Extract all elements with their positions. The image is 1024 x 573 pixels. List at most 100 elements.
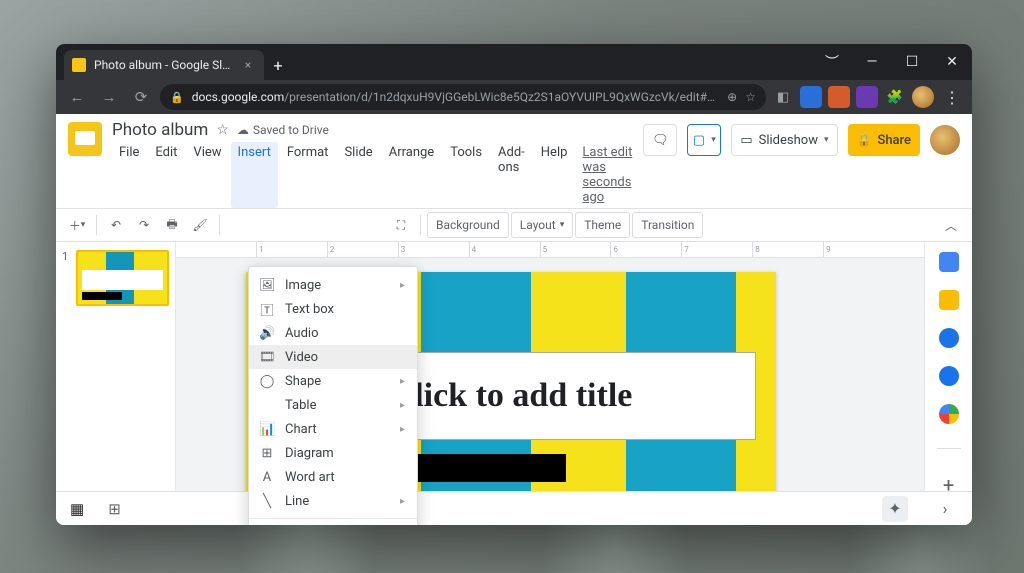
hide-side-panel-button[interactable]: › bbox=[932, 499, 958, 518]
menu-add-ons[interactable]: Add-ons bbox=[491, 142, 532, 208]
url-text: docs.google.com/presentation/d/1n2dqxuH9… bbox=[192, 90, 719, 104]
insert-table[interactable]: Table▸ bbox=[249, 393, 417, 417]
lock-icon: 🔒 bbox=[857, 133, 872, 147]
window-minimize-button[interactable]: — bbox=[852, 44, 892, 80]
chart-icon: 📊 bbox=[259, 422, 275, 437]
tasks-icon[interactable] bbox=[939, 328, 959, 348]
menu-format[interactable]: Format bbox=[280, 142, 336, 208]
caret-down-icon: ▾ bbox=[824, 135, 829, 145]
star-icon[interactable]: ☆ bbox=[216, 122, 229, 138]
menu-insert[interactable]: Insert bbox=[231, 142, 278, 208]
menu-help[interactable]: Help bbox=[534, 142, 575, 208]
line-icon: ╲ bbox=[259, 494, 275, 509]
undo-button[interactable]: ↶ bbox=[103, 212, 129, 238]
extension-icon[interactable] bbox=[828, 86, 850, 108]
extension-icon[interactable]: ◧ bbox=[772, 86, 794, 108]
extensions-puzzle-icon[interactable]: 🧩 bbox=[884, 86, 906, 108]
side-panel: + bbox=[924, 242, 972, 525]
new-tab-button[interactable]: + bbox=[264, 50, 292, 80]
install-app-icon[interactable]: ⊕ bbox=[727, 90, 737, 104]
background-button[interactable]: Background bbox=[427, 212, 509, 238]
document-title[interactable]: Photo album bbox=[112, 120, 208, 140]
present-with-meet-button[interactable]: ▢ ▾ bbox=[687, 124, 721, 156]
slide-thumbnail[interactable] bbox=[76, 250, 169, 306]
lock-icon: 🔒 bbox=[170, 91, 184, 104]
slides-logo-icon[interactable] bbox=[68, 122, 102, 156]
browser-tab[interactable]: Photo album - Google Slides × bbox=[64, 50, 264, 80]
menubar: FileEditViewInsertFormatSlideArrangeTool… bbox=[112, 142, 633, 208]
submenu-arrow-icon: ▸ bbox=[400, 400, 405, 411]
profile-avatar[interactable] bbox=[912, 86, 934, 108]
horizontal-ruler: 123456789 bbox=[176, 242, 924, 258]
play-icon: ▭ bbox=[740, 133, 752, 148]
word-art-icon: A bbox=[259, 470, 275, 485]
account-avatar[interactable] bbox=[930, 125, 960, 155]
slides-favicon-icon bbox=[72, 58, 86, 72]
tab-close-icon[interactable]: × bbox=[240, 58, 256, 72]
menu-slide[interactable]: Slide bbox=[337, 142, 379, 208]
back-button[interactable]: ← bbox=[64, 84, 90, 110]
redo-button[interactable]: ↷ bbox=[131, 212, 157, 238]
zoom-fit-button[interactable]: ⛶ bbox=[388, 212, 414, 238]
submenu-arrow-icon: ▸ bbox=[400, 424, 405, 435]
browser-menu-button[interactable]: ⋮ bbox=[940, 88, 964, 107]
browser-toolbar: ← → ⟳ 🔒 docs.google.com/presentation/d/1… bbox=[56, 80, 972, 114]
insert-word-art[interactable]: AWord art bbox=[249, 465, 417, 489]
insert-line[interactable]: ╲Line▸ bbox=[249, 489, 417, 513]
transition-button[interactable]: Transition bbox=[632, 212, 703, 238]
insert-text-box[interactable]: 🅃Text box bbox=[249, 297, 417, 321]
insert-audio[interactable]: 🔊Audio bbox=[249, 321, 417, 345]
last-edit-link[interactable]: Last edit was seconds ago bbox=[582, 142, 633, 208]
address-bar[interactable]: 🔒 docs.google.com/presentation/d/1n2dqxu… bbox=[160, 84, 766, 110]
diagram-icon: ⊞ bbox=[259, 446, 275, 461]
comment-history-button[interactable]: 🗨 bbox=[643, 124, 677, 156]
video-icon: 🎞 bbox=[259, 350, 275, 365]
maps-icon[interactable] bbox=[939, 404, 959, 424]
view-switcher: ▦ ⊞ ✦ › bbox=[56, 491, 972, 525]
audio-icon: 🔊 bbox=[259, 326, 275, 341]
filmstrip-view-button[interactable]: ▦ bbox=[70, 500, 84, 518]
insert-chart[interactable]: 📊Chart▸ bbox=[249, 417, 417, 441]
submenu-arrow-icon: ▸ bbox=[400, 280, 405, 291]
forward-button[interactable]: → bbox=[96, 84, 122, 110]
insert-image[interactable]: 🖼Image▸ bbox=[249, 273, 417, 297]
contacts-icon[interactable] bbox=[939, 366, 959, 386]
print-button[interactable]: 🖶 bbox=[159, 212, 185, 238]
collapse-toolbar-button[interactable]: ︿ bbox=[938, 212, 964, 238]
window-close-button[interactable]: ✕ bbox=[932, 44, 972, 80]
share-button[interactable]: 🔒 Share bbox=[848, 124, 921, 156]
insert-diagram[interactable]: ⊞Diagram bbox=[249, 441, 417, 465]
menu-tools[interactable]: Tools bbox=[443, 142, 489, 208]
menu-arrange[interactable]: Arrange bbox=[382, 142, 441, 208]
bookmark-star-icon[interactable]: ☆ bbox=[745, 90, 756, 104]
calendar-icon[interactable] bbox=[939, 252, 959, 272]
new-slide-button[interactable]: ＋▾ bbox=[64, 212, 90, 238]
extension-icon[interactable] bbox=[856, 86, 878, 108]
browser-titlebar: Photo album - Google Slides × + ︶ — ☐ ✕ bbox=[56, 44, 972, 80]
theme-button[interactable]: Theme bbox=[575, 212, 630, 238]
grid-view-button[interactable]: ⊞ bbox=[108, 500, 121, 518]
insert-video[interactable]: 🎞Video bbox=[249, 345, 417, 369]
slides-app: Photo album ☆ ☁ Saved to Drive FileEditV… bbox=[56, 114, 972, 525]
extension-icon[interactable] bbox=[800, 86, 822, 108]
paint-format-button[interactable]: 🖌 bbox=[187, 212, 213, 238]
menu-file[interactable]: File bbox=[112, 142, 146, 208]
insert-menu-dropdown: 🖼Image▸🅃Text box🔊Audio🎞Video◯Shape▸Table… bbox=[248, 266, 418, 525]
menu-edit[interactable]: Edit bbox=[148, 142, 184, 208]
submenu-arrow-icon: ▸ bbox=[400, 376, 405, 387]
explore-button[interactable]: ✦ bbox=[882, 496, 908, 522]
app-header: Photo album ☆ ☁ Saved to Drive FileEditV… bbox=[56, 114, 972, 208]
image-icon: 🖼 bbox=[259, 278, 275, 293]
insert-shape[interactable]: ◯Shape▸ bbox=[249, 369, 417, 393]
cloud-icon: ☁ bbox=[237, 123, 249, 137]
saved-status[interactable]: ☁ Saved to Drive bbox=[237, 123, 329, 137]
layout-button[interactable]: Layout▾ bbox=[511, 212, 573, 238]
menu-view[interactable]: View bbox=[186, 142, 228, 208]
window-minimize-button[interactable]: ︶ bbox=[812, 44, 852, 80]
workspace: 1 123456789 Click to add title Click to … bbox=[56, 242, 972, 525]
slideshow-button[interactable]: ▭ Slideshow ▾ bbox=[731, 124, 837, 156]
keep-icon[interactable] bbox=[939, 290, 959, 310]
tab-title: Photo album - Google Slides bbox=[94, 58, 232, 72]
reload-button[interactable]: ⟳ bbox=[128, 84, 154, 110]
window-maximize-button[interactable]: ☐ bbox=[892, 44, 932, 80]
